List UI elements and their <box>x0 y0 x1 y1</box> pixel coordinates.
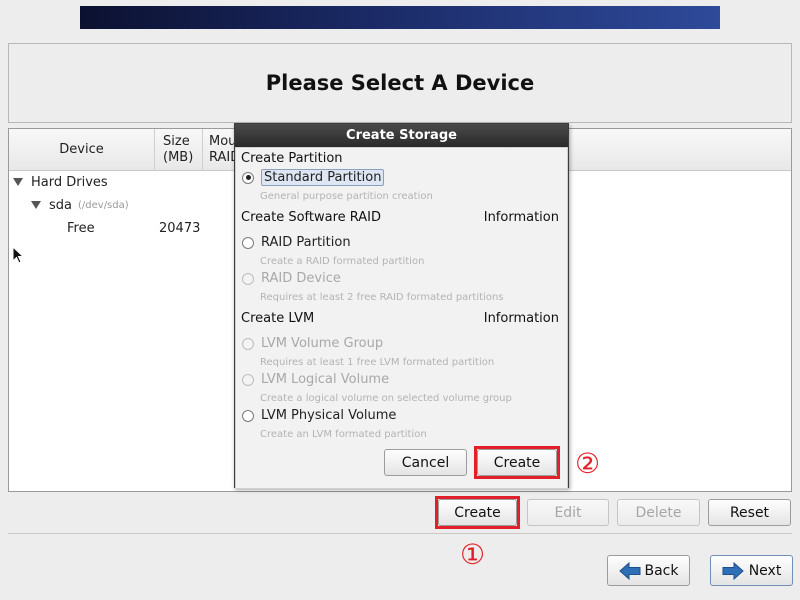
button-label: Back <box>644 562 679 579</box>
dialog-title-text: Create Storage <box>346 128 457 143</box>
option-standard-partition[interactable]: Standard Partition <box>242 169 385 186</box>
raid-information-label: Information <box>483 210 559 225</box>
radio-icon[interactable] <box>242 409 254 422</box>
radio-icon[interactable] <box>242 236 254 249</box>
section-software-raid: Create Software RAID <box>241 210 382 225</box>
dialog-body: Create Partition Standard Partition Gene… <box>235 147 568 489</box>
back-button[interactable]: Back <box>607 555 690 586</box>
page-title: Please Select A Device <box>265 71 535 95</box>
expander-icon[interactable] <box>31 201 41 209</box>
option-description: Requires at least 1 free LVM formated pa… <box>260 357 495 368</box>
tree-row-label: Free <box>67 220 95 236</box>
column-device[interactable]: Device <box>9 129 155 171</box>
header-banner <box>80 6 720 29</box>
expander-icon[interactable] <box>13 178 23 186</box>
step-marker-1: ① <box>460 538 486 571</box>
option-label: LVM Physical Volume <box>261 408 397 423</box>
column-size-label: Size <box>163 134 190 149</box>
option-description: Create a logical volume on selected volu… <box>260 393 512 404</box>
reset-button[interactable]: Reset <box>708 499 791 526</box>
option-description: Create an LVM formated partition <box>260 429 427 440</box>
mouse-cursor-icon <box>12 246 24 264</box>
title-panel: Please Select A Device <box>8 43 792 123</box>
option-label: RAID Device <box>261 271 341 286</box>
button-label: Edit <box>554 504 582 521</box>
create-storage-dialog: Create Storage Create Partition Standard… <box>234 123 569 489</box>
option-label: RAID Partition <box>261 235 351 250</box>
button-label: Cancel <box>401 454 450 471</box>
option-label: Standard Partition <box>261 169 385 186</box>
section-create-partition: Create Partition <box>241 151 343 166</box>
option-lvm-physical-volume[interactable]: LVM Physical Volume <box>242 408 396 423</box>
arrow-left-icon <box>618 561 640 580</box>
option-description: General purpose partition creation <box>260 191 433 202</box>
radio-icon <box>242 337 254 350</box>
lvm-information-label: Information <box>483 311 559 326</box>
separator <box>8 533 792 534</box>
tree-row-label: Hard Drives <box>31 174 108 190</box>
button-label: Reset <box>729 504 770 521</box>
option-raid-device: RAID Device <box>242 271 341 286</box>
step-marker-2: ② <box>575 447 601 480</box>
dialog-cancel-button[interactable]: Cancel <box>384 449 467 476</box>
radio-icon <box>242 373 254 386</box>
option-raid-partition[interactable]: RAID Partition <box>242 235 351 250</box>
option-lvm-logical-volume: LVM Logical Volume <box>242 372 389 387</box>
option-lvm-volume-group: LVM Volume Group <box>242 336 383 351</box>
option-description: Requires at least 2 free RAID formated p… <box>260 292 504 303</box>
arrow-right-icon <box>722 561 744 580</box>
column-size-unit: (MB) <box>163 150 194 165</box>
button-label: Delete <box>635 504 682 521</box>
free-size-value: 20473 <box>159 220 201 236</box>
option-label: LVM Logical Volume <box>261 372 390 387</box>
section-create-lvm: Create LVM <box>241 311 315 326</box>
device-path: (/dev/sda) <box>78 199 129 211</box>
delete-button[interactable]: Delete <box>617 499 700 526</box>
tree-row-label: sda <box>49 197 72 213</box>
button-label: Next <box>748 562 782 579</box>
tree-row-free-size: 20473 <box>159 219 200 237</box>
radio-icon <box>242 272 254 285</box>
column-device-label: Device <box>59 142 104 157</box>
tree-row-sda[interactable]: sda (/dev/sda) <box>31 196 129 214</box>
highlight-box-dialog-create <box>474 446 560 479</box>
next-button[interactable]: Next <box>710 555 793 586</box>
highlight-box-create <box>435 496 520 529</box>
radio-checked-icon[interactable] <box>242 171 254 184</box>
option-description: Create a RAID formated partition <box>260 256 425 267</box>
edit-button[interactable]: Edit <box>527 499 609 526</box>
option-label: LVM Volume Group <box>261 336 384 351</box>
tree-row-hard-drives[interactable]: Hard Drives <box>13 173 108 191</box>
tree-row-free[interactable]: Free <box>67 219 95 237</box>
dialog-title: Create Storage <box>235 124 568 147</box>
column-size[interactable]: Size (MB) <box>155 129 203 171</box>
